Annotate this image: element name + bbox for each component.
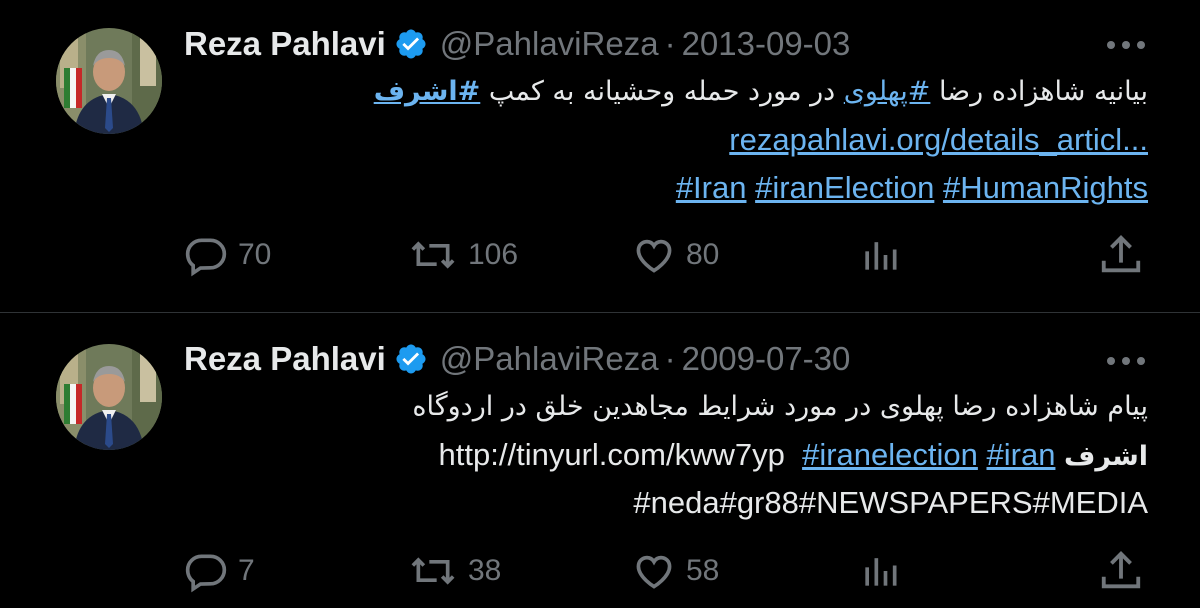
url-text[interactable]: http://tinyurl.com/kww7yp <box>439 437 785 472</box>
hashtag-link[interactable]: #iranElection <box>755 170 934 205</box>
tweet[interactable]: Reza Pahlavi @PahlaviReza · 2013-09-03 ب… <box>0 0 1200 312</box>
tweet-text-line: http://tinyurl.com/kww7yp #iranelection … <box>188 431 1148 479</box>
tweet-actions: 70 106 80 <box>0 230 1200 280</box>
text-segment: در مورد حمله وحشیانه به کمپ <box>480 76 844 107</box>
tweet-text-line: rezapahlavi.org/details_articl... <box>188 116 1148 164</box>
hashtag-link[interactable]: #iran <box>987 437 1056 472</box>
separator-dot: · <box>664 340 676 377</box>
tweet-text-line: پیام شاهزاده رضا پهلوی در مورد شرایط مجا… <box>188 383 1148 431</box>
retweet-icon <box>411 557 455 585</box>
author-handle[interactable]: @PahlaviReza <box>440 25 659 63</box>
like-count: 58 <box>686 554 720 587</box>
more-icon[interactable] <box>1104 354 1148 368</box>
like-icon <box>636 555 672 589</box>
verified-badge-icon <box>396 344 426 374</box>
views-button[interactable] <box>858 546 902 596</box>
hashtag-link[interactable]: #پهلوی <box>844 76 931 107</box>
reply-icon <box>185 554 227 593</box>
text-segment: بیانیه شاهزاده رضا <box>930 76 1148 107</box>
tweet-text: بیانیه شاهزاده رضا #پهلوی در مورد حمله و… <box>188 68 1148 212</box>
verified-badge-icon <box>396 29 426 59</box>
tweet-text: پیام شاهزاده رضا پهلوی در مورد شرایط مجا… <box>188 383 1148 527</box>
text-segment: اشرف <box>1064 441 1148 472</box>
avatar[interactable] <box>56 344 162 450</box>
tweet-header: Reza Pahlavi @PahlaviReza · 2009-07-30 <box>184 335 850 383</box>
tweet-header: Reza Pahlavi @PahlaviReza · 2013-09-03 <box>184 20 850 68</box>
tweet-date[interactable]: 2013-09-03 <box>682 25 851 63</box>
retweet-button[interactable]: 106 <box>408 230 518 280</box>
author-name[interactable]: Reza Pahlavi <box>184 25 386 63</box>
reply-button[interactable]: 7 <box>184 546 255 596</box>
tweet[interactable]: Reza Pahlavi @PahlaviReza · 2009-07-30 پ… <box>0 313 1200 608</box>
tweet-text-line: #Iran #iranElection #HumanRights <box>188 164 1148 212</box>
tweet-text-line: #neda#gr88#NEWSPAPERS#MEDIA <box>188 479 1148 527</box>
retweet-count: 106 <box>468 238 519 271</box>
author-handle[interactable]: @PahlaviReza <box>440 340 659 378</box>
reply-button[interactable]: 70 <box>184 230 271 280</box>
article-link[interactable]: rezapahlavi.org/details_articl... <box>729 116 1148 164</box>
retweet-count: 38 <box>468 554 502 587</box>
author-name[interactable]: Reza Pahlavi <box>184 340 386 378</box>
text-segment: #neda#gr88#NEWSPAPERS#MEDIA <box>633 485 1148 520</box>
hashtag-link[interactable]: #اشرف <box>374 76 481 107</box>
like-count: 80 <box>686 238 720 271</box>
hashtag-link[interactable]: #iranelection <box>802 437 978 472</box>
more-icon[interactable] <box>1104 38 1148 52</box>
retweet-icon <box>411 241 455 269</box>
share-icon <box>1101 235 1141 273</box>
like-button[interactable]: 58 <box>632 546 719 596</box>
views-icon <box>865 558 897 586</box>
tweet-text-line: بیانیه شاهزاده رضا #پهلوی در مورد حمله و… <box>188 68 1148 116</box>
views-button[interactable] <box>858 230 902 280</box>
share-button[interactable] <box>1098 546 1144 596</box>
like-icon <box>636 239 672 273</box>
hashtag-link[interactable]: #HumanRights <box>943 170 1148 205</box>
hashtag-link[interactable]: #Iran <box>676 170 747 205</box>
reply-icon <box>185 238 227 277</box>
share-icon <box>1101 551 1141 589</box>
tweet-date[interactable]: 2009-07-30 <box>682 340 851 378</box>
views-icon <box>865 242 897 270</box>
retweet-button[interactable]: 38 <box>408 546 501 596</box>
separator-dot: · <box>664 25 676 62</box>
like-button[interactable]: 80 <box>632 230 719 280</box>
text-segment: پیام شاهزاده رضا پهلوی در مورد شرایط مجا… <box>412 391 1148 422</box>
reply-count: 7 <box>238 554 255 587</box>
reply-count: 70 <box>238 238 272 271</box>
share-button[interactable] <box>1098 230 1144 280</box>
avatar[interactable] <box>56 28 162 134</box>
tweet-actions: 7 38 58 <box>0 546 1200 596</box>
